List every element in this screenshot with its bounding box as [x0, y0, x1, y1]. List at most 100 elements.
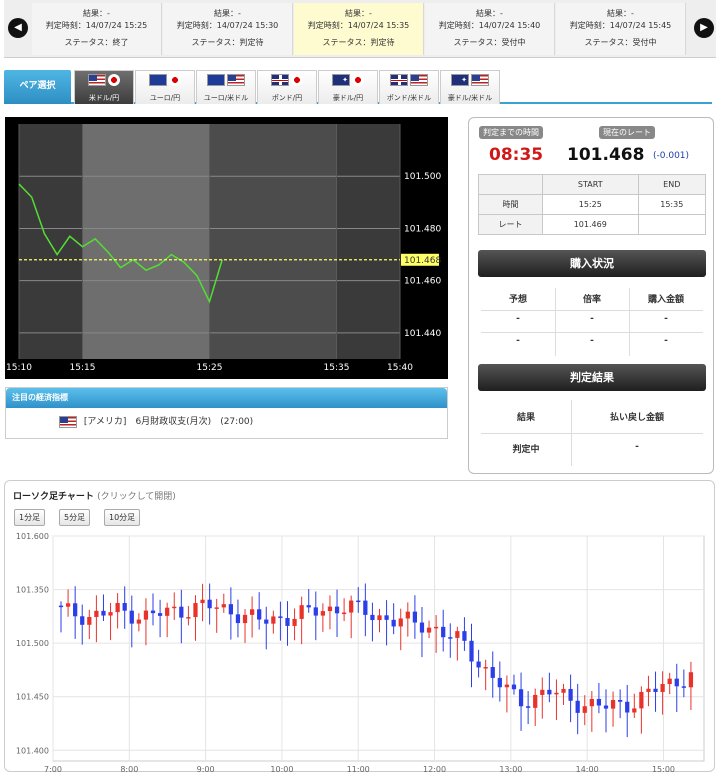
start-end-table: START END 時間 15:25 15:35 レート 101.469	[478, 174, 707, 235]
candle-body	[341, 612, 347, 615]
jp-flag-icon	[291, 74, 303, 86]
pair-flags	[136, 74, 194, 92]
indicator-row: [アメリカ] 6月財政収支(月次) (27:00)	[6, 408, 447, 428]
x-tick-label: 15:35	[324, 363, 350, 373]
us-flag-icon	[410, 74, 428, 86]
us-flag-icon	[59, 415, 77, 428]
result-status: 判定中	[512, 445, 540, 455]
candle-body	[150, 610, 156, 614]
y-tick-label: 101.350	[16, 586, 49, 595]
pair-name: 豪ドル/米ドル	[447, 94, 493, 102]
candle-body	[172, 606, 177, 609]
rate-change: (-0.001)	[653, 151, 690, 161]
candle-body	[603, 705, 609, 709]
candle-body	[129, 610, 134, 624]
au-flag-icon	[332, 74, 350, 86]
candle-body	[101, 610, 106, 616]
x-tick-label: 15:40	[387, 363, 413, 373]
candle-body	[518, 689, 524, 707]
table-cell: 101.469	[542, 214, 639, 235]
candle-body	[462, 631, 467, 641]
payout-amount: -	[635, 442, 639, 452]
candle-body	[688, 672, 694, 688]
pair-tab[interactable]: ポンド/円	[257, 70, 317, 104]
entry-window-band	[82, 124, 210, 359]
candle-body	[108, 612, 113, 616]
y-tick-label: 101.460	[404, 277, 441, 287]
round-deadline: 判定時刻：14/07/24 15:25	[45, 21, 148, 30]
candle-body	[327, 606, 333, 612]
pair-flags	[258, 74, 316, 92]
candle-body	[405, 611, 410, 619]
y-tick-label: 101.440	[404, 329, 441, 339]
pair-tab[interactable]: ユーロ/米ドル	[196, 70, 256, 104]
round-card[interactable]: 結果：- 判定時刻：14/07/24 15:40 ステータス：受付中	[425, 3, 555, 55]
candle-body	[490, 667, 495, 678]
candle-body	[242, 614, 248, 624]
round-card[interactable]: 結果：- 判定時刻：14/07/24 15:30 ステータス：判定待	[163, 3, 293, 55]
pair-tab[interactable]: 豪ドル/米ドル	[440, 70, 500, 104]
countdown-timer: 08:35	[489, 145, 544, 165]
candle-body	[610, 700, 616, 709]
candle-body	[441, 626, 446, 638]
y-tick-label: 101.400	[16, 746, 49, 755]
candle-body	[207, 599, 212, 609]
round-status: ステータス：受付中	[584, 38, 657, 47]
candle-body	[87, 616, 92, 625]
purchase-cell: -	[516, 336, 520, 346]
candle-body	[575, 700, 580, 713]
candle-body	[419, 622, 425, 633]
candle-body	[264, 619, 269, 624]
candle-body	[533, 694, 538, 708]
candle-body	[306, 605, 311, 608]
round-card[interactable]: 結果：- 判定時刻：14/07/24 15:35 ステータス：判定待	[294, 3, 424, 55]
pair-tab[interactable]: 豪ドル/円	[318, 70, 378, 104]
pair-tab[interactable]: 米ドル/円	[74, 70, 134, 104]
pair-flags	[380, 74, 438, 92]
candlestick-chart-panel[interactable]: ローソク足チャート (クリックして開閉) 1分足 5分足 10分足 101.60…	[4, 480, 715, 773]
candle-body	[483, 667, 488, 669]
next-round-button[interactable]: ▶	[694, 18, 714, 38]
purchase-cell: -	[516, 314, 520, 324]
x-tick-label: 15:15	[70, 363, 96, 373]
candle-body	[596, 698, 602, 706]
eu-flag-icon	[207, 74, 225, 86]
us-flag-icon	[227, 74, 245, 86]
result-col-header: 払い戻し金額	[609, 413, 664, 423]
jp-flag-icon	[169, 74, 181, 86]
pair-name: ポンド/米ドル	[386, 94, 432, 102]
time-remaining-tag: 判定までの時間	[479, 126, 543, 139]
table-row-label: 時間	[478, 194, 543, 215]
candle-body	[356, 600, 361, 603]
pair-tab[interactable]: ユーロ/円	[135, 70, 195, 104]
rate-chart: 101.500 101.480 101.460 101.440 15:10 15:15 15…	[5, 117, 448, 379]
prev-round-button[interactable]: ◀	[8, 18, 28, 38]
candle-body	[299, 605, 304, 619]
y-tick-label: 101.500	[404, 172, 441, 182]
pair-tab[interactable]: ポンド/米ドル	[379, 70, 439, 104]
candle-body	[285, 617, 290, 626]
candle-body	[681, 686, 686, 688]
current-rate: 101.468	[567, 145, 645, 165]
candle-body	[412, 611, 418, 623]
round-card[interactable]: 結果：- 判定時刻：14/07/24 15:25 ステータス：終了	[32, 3, 162, 55]
candle-body	[157, 613, 163, 616]
candle-body	[384, 615, 389, 620]
table-cell: 15:25	[542, 194, 639, 215]
candle-body	[292, 618, 297, 626]
candle-body	[221, 604, 226, 608]
eu-flag-icon	[149, 74, 167, 86]
x-tick-label: 8:00	[120, 765, 138, 773]
uk-flag-icon	[271, 74, 289, 86]
candle-body	[653, 688, 658, 692]
round-card[interactable]: 結果：- 判定時刻：14/07/24 15:45 ステータス：受付中	[556, 3, 686, 55]
candle-body	[179, 606, 184, 618]
x-tick-label: 11:00	[347, 765, 370, 773]
candle-body	[94, 610, 99, 617]
y-tick-label: 101.450	[16, 693, 49, 702]
candle-body	[511, 684, 517, 690]
pair-name: ユーロ/米ドル	[203, 94, 249, 102]
candle-body	[469, 640, 474, 662]
candle-body	[257, 609, 262, 620]
highlow-trade-screen: ◀ 結果：- 判定時刻：14/07/24 15:25 ステータス：終了 結果：- 判定時…	[0, 0, 716, 775]
